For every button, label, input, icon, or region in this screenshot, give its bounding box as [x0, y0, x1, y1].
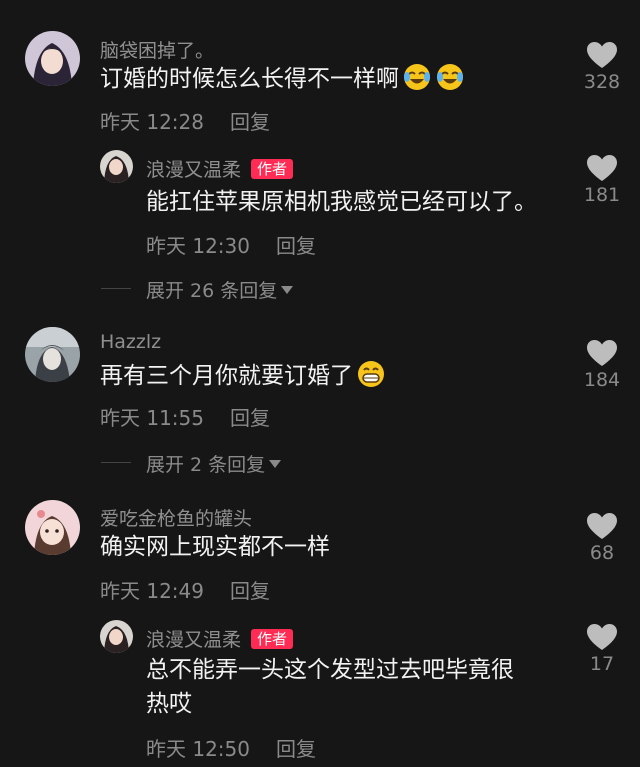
heart-icon: [587, 513, 617, 539]
like-button[interactable]: 17: [572, 624, 632, 675]
timestamp: 昨天 12:28: [100, 110, 204, 134]
reply-button[interactable]: 回复: [276, 733, 316, 762]
avatar[interactable]: [100, 620, 133, 653]
comment-text: 总不能弄一头这个发型过去吧毕竟很 热哎: [146, 653, 514, 721]
comment-meta: 昨天 12:28 回复: [100, 106, 270, 135]
comment-text-line: 热哎: [146, 691, 192, 717]
chevron-down-icon: [269, 460, 282, 468]
avatar[interactable]: [25, 327, 80, 382]
avatar[interactable]: [100, 150, 133, 183]
username-text[interactable]: 浪漫又温柔: [146, 159, 241, 181]
heart-icon: [587, 624, 617, 650]
expand-replies-label[interactable]: 展开 26 条回复: [146, 280, 277, 302]
username[interactable]: 浪漫又温柔 作者: [146, 155, 294, 182]
comment-text-content: 再有三个月你就要订婚了: [100, 363, 353, 389]
timestamp: 昨天 12:50: [146, 737, 250, 761]
comment-meta: 昨天 12:49 回复: [100, 575, 270, 604]
reply-button[interactable]: 回复: [230, 402, 270, 431]
avatar[interactable]: [25, 31, 80, 86]
laughing-crying-emoji: [435, 62, 465, 102]
timestamp: 昨天 12:49: [100, 579, 204, 603]
username[interactable]: 爱吃金枪鱼的罐头: [100, 504, 252, 531]
comment-meta: 昨天 11:55 回复: [100, 402, 270, 431]
comment-text: 能扛住苹果原相机我感觉已经可以了。: [146, 189, 537, 215]
expand-replies-label[interactable]: 展开 2 条回复: [146, 454, 265, 476]
like-count: 17: [589, 653, 615, 675]
author-badge: 作者: [251, 629, 294, 649]
avatar[interactable]: [25, 500, 80, 555]
username[interactable]: Hazzlz: [100, 331, 161, 353]
username[interactable]: 脑袋困掉了。: [100, 36, 214, 63]
comment-text-line: 总不能弄一头这个发型过去吧毕竟很: [146, 657, 514, 683]
comment-text-content: 订婚的时候怎么长得不一样啊: [100, 66, 399, 92]
like-button[interactable]: 181: [572, 155, 632, 206]
comment-text: 订婚的时候怎么长得不一样啊: [100, 62, 465, 102]
timestamp: 昨天 12:30: [146, 234, 250, 258]
reply-button[interactable]: 回复: [230, 106, 270, 135]
comment-text: 再有三个月你就要订婚了: [100, 359, 386, 399]
like-count: 68: [589, 542, 615, 564]
like-button[interactable]: 328: [572, 42, 632, 93]
comment-text: 确实网上现实都不一样: [100, 534, 330, 560]
laughing-crying-emoji: [402, 62, 432, 102]
expand-replies-button[interactable]: 展开 2 条回复: [101, 450, 282, 477]
timestamp: 昨天 11:55: [100, 406, 204, 430]
reply-button[interactable]: 回复: [276, 230, 316, 259]
like-button[interactable]: 68: [572, 513, 632, 564]
divider-line: [101, 288, 131, 289]
divider-line: [101, 462, 131, 463]
chevron-down-icon: [281, 286, 294, 294]
reply-button[interactable]: 回复: [230, 575, 270, 604]
heart-icon: [587, 42, 617, 68]
like-count: 328: [583, 71, 621, 93]
username-text[interactable]: 浪漫又温柔: [146, 629, 241, 651]
comment-meta: 昨天 12:30 回复: [146, 230, 316, 259]
username[interactable]: 浪漫又温柔 作者: [146, 625, 294, 652]
heart-icon: [587, 340, 617, 366]
heart-icon: [587, 155, 617, 181]
like-count: 181: [583, 184, 621, 206]
grinning-emoji: [356, 359, 386, 399]
author-badge: 作者: [251, 159, 294, 179]
like-count: 184: [583, 369, 621, 391]
comment-meta: 昨天 12:50 回复: [146, 733, 316, 762]
expand-replies-button[interactable]: 展开 26 条回复: [101, 276, 294, 303]
like-button[interactable]: 184: [572, 340, 632, 391]
